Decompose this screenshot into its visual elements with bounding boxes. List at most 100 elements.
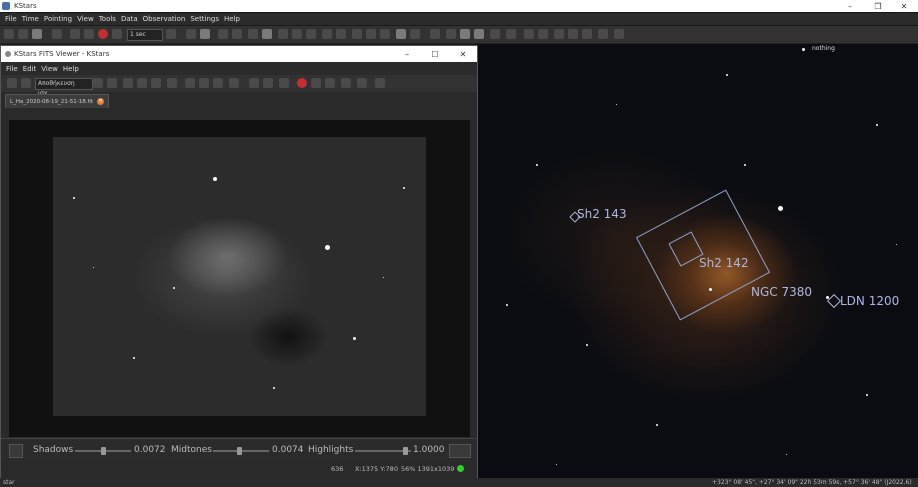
sky-map[interactable]: nothing Sh2 143 Sh2 142 NGC 7380 LDN 120… xyxy=(476,44,918,478)
fits-minimize-button[interactable]: – xyxy=(393,48,421,60)
fullscreen-icon[interactable] xyxy=(123,78,133,88)
deep-sky-toggle-icon[interactable] xyxy=(232,29,242,39)
fits-close-button[interactable]: ✕ xyxy=(449,48,477,60)
star[interactable] xyxy=(896,244,897,245)
menu-observation[interactable]: Observation xyxy=(143,15,186,23)
set-time-icon[interactable] xyxy=(52,29,62,39)
star[interactable] xyxy=(536,164,538,166)
supernovae-toggle-icon[interactable] xyxy=(262,29,272,39)
record-icon[interactable] xyxy=(297,78,307,88)
menu-help[interactable]: Help xyxy=(224,15,240,23)
highlights-value[interactable]: 1.0000 xyxy=(413,445,445,455)
signal-bars-icon[interactable] xyxy=(375,78,385,88)
filter-icon[interactable] xyxy=(311,78,321,88)
minimize-button[interactable]: – xyxy=(836,0,864,12)
constellation-bounds-icon[interactable] xyxy=(336,29,346,39)
histogram-icon[interactable] xyxy=(249,78,259,88)
fits-maximize-button[interactable]: ☐ xyxy=(421,48,449,60)
star[interactable] xyxy=(744,164,746,166)
horizontal-grid-icon[interactable] xyxy=(380,29,390,39)
fits-menu-edit[interactable]: Edit xyxy=(23,65,37,73)
rotate-cw-icon[interactable] xyxy=(185,78,195,88)
ekos-icon[interactable] xyxy=(430,29,440,39)
star[interactable] xyxy=(726,74,728,76)
menu-pointing[interactable]: Pointing xyxy=(44,15,72,23)
redo-icon[interactable] xyxy=(107,78,117,88)
fits-image[interactable] xyxy=(53,137,426,416)
constellation-art-icon[interactable] xyxy=(322,29,332,39)
clock-icon[interactable] xyxy=(70,29,80,39)
star[interactable] xyxy=(802,48,805,51)
grid-icon[interactable] xyxy=(263,78,273,88)
star[interactable] xyxy=(556,464,557,465)
close-button[interactable]: ✕ xyxy=(890,0,918,12)
constellation-names-icon[interactable] xyxy=(306,29,316,39)
equatorial-grid-icon[interactable] xyxy=(366,29,376,39)
stars-toggle-icon[interactable] xyxy=(218,29,228,39)
flip-horizontal-icon[interactable] xyxy=(213,78,223,88)
star[interactable] xyxy=(876,124,878,126)
menu-view[interactable]: View xyxy=(77,15,94,23)
telescope-icon[interactable] xyxy=(186,29,196,39)
flag-icon[interactable] xyxy=(598,29,608,39)
ground-icon[interactable] xyxy=(396,29,406,39)
fov-select-icon[interactable] xyxy=(490,29,500,39)
open-file-icon[interactable] xyxy=(7,78,17,88)
shadows-value[interactable]: 0.0072 xyxy=(134,445,166,455)
zoom-out-icon[interactable] xyxy=(151,78,161,88)
crosshair-icon[interactable] xyxy=(506,29,516,39)
menu-tools[interactable]: Tools xyxy=(99,15,116,23)
menu-data[interactable]: Data xyxy=(121,15,138,23)
highlights-slider[interactable] xyxy=(355,447,411,455)
lock-icon[interactable] xyxy=(538,29,548,39)
rotate-ccw-icon[interactable] xyxy=(199,78,209,88)
indi-control-icon[interactable] xyxy=(446,29,456,39)
star[interactable] xyxy=(506,304,508,306)
flag-add-icon[interactable] xyxy=(582,29,592,39)
compass-icon[interactable] xyxy=(614,29,624,39)
satellites-toggle-icon[interactable] xyxy=(278,29,288,39)
image-viewer-icon[interactable] xyxy=(200,29,210,39)
star[interactable] xyxy=(586,344,588,346)
menu-settings[interactable]: Settings xyxy=(190,15,219,23)
menu-time[interactable]: Time xyxy=(22,15,39,23)
zoom-fit-fits-icon[interactable] xyxy=(167,78,177,88)
crosshair-fits-icon[interactable] xyxy=(341,78,351,88)
flip-vertical-icon[interactable] xyxy=(229,78,239,88)
step-backward-icon[interactable] xyxy=(84,29,94,39)
triangle-icon[interactable] xyxy=(279,78,289,88)
dot-icon[interactable] xyxy=(568,29,578,39)
midtones-slider-thumb[interactable] xyxy=(237,447,242,455)
zoom-fit-icon[interactable] xyxy=(4,29,14,39)
overlay-icon[interactable] xyxy=(357,78,367,88)
ldn-1200-marker[interactable] xyxy=(826,293,842,309)
fov-toggle-icon[interactable] xyxy=(474,29,484,39)
close-tab-icon[interactable]: ✕ xyxy=(97,98,105,105)
undo-icon[interactable] xyxy=(93,78,103,88)
pen-icon[interactable] xyxy=(554,29,564,39)
sensor-icon[interactable] xyxy=(524,29,534,39)
timestep-field[interactable]: 1 sec xyxy=(127,29,163,41)
fits-menu-view[interactable]: View xyxy=(41,65,58,73)
flag-toggle-icon[interactable] xyxy=(410,29,420,39)
zoom-in-icon[interactable] xyxy=(137,78,147,88)
constellation-lines-icon[interactable] xyxy=(292,29,302,39)
fits-file-tab[interactable]: L_Ha_2020-08-19_21-51-18.fit ✕ xyxy=(5,94,110,108)
highlights-slider-thumb[interactable] xyxy=(403,447,408,455)
solar-system-toggle-icon[interactable] xyxy=(248,29,258,39)
midtones-value[interactable]: 0.0074 xyxy=(272,445,304,455)
auto-stretch-icon[interactable] xyxy=(9,444,23,458)
fits-menu-help[interactable]: Help xyxy=(63,65,79,73)
stretch-apply-button[interactable] xyxy=(449,444,471,458)
save-dropdown[interactable]: Αποθήκευση ισχ... xyxy=(35,78,93,97)
find-object-icon[interactable] xyxy=(32,29,42,39)
save-file-icon[interactable] xyxy=(21,78,31,88)
stop-clock-icon[interactable] xyxy=(98,29,108,39)
midtones-slider[interactable] xyxy=(213,447,269,455)
hips-icon[interactable] xyxy=(460,29,470,39)
star[interactable] xyxy=(786,454,787,455)
star[interactable] xyxy=(616,104,617,105)
fits-menu-file[interactable]: File xyxy=(6,65,18,73)
milky-way-icon[interactable] xyxy=(352,29,362,39)
star[interactable] xyxy=(778,206,783,211)
